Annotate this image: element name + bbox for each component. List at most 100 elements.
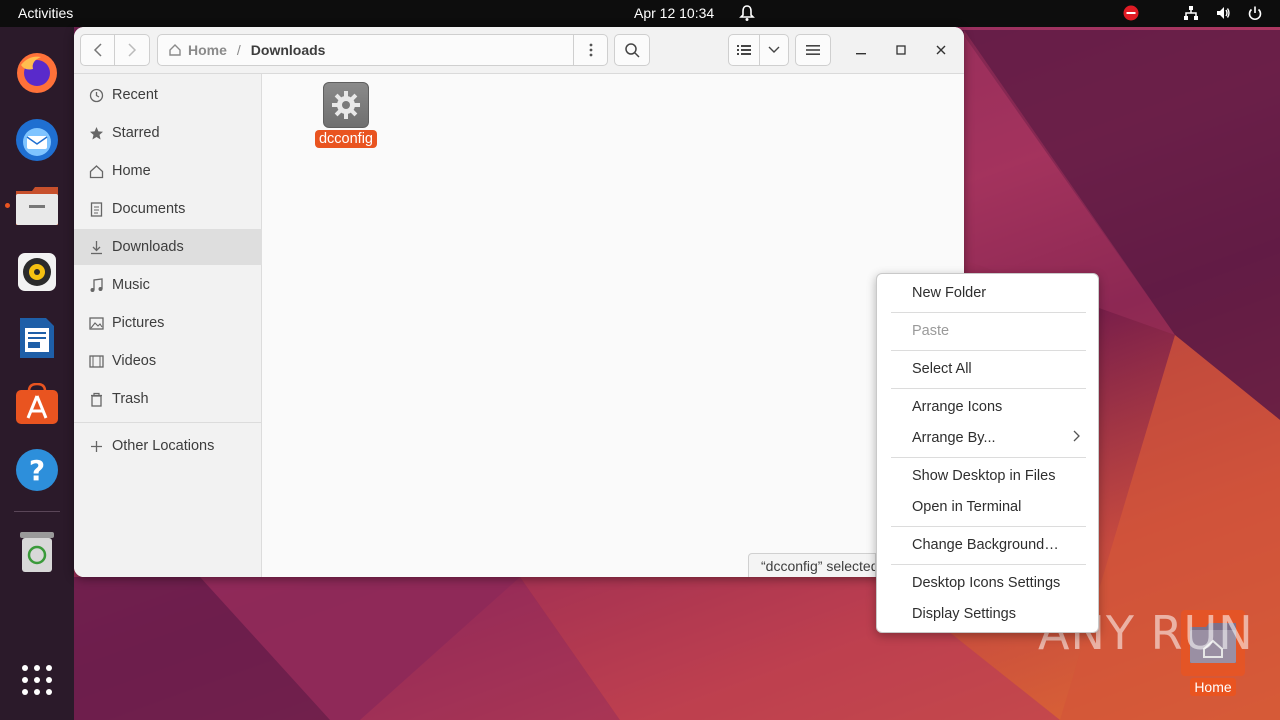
network-icon[interactable] — [1182, 4, 1200, 22]
clock[interactable]: Apr 12 10:34 — [634, 5, 714, 21]
sidebar-item-downloads[interactable]: Downloads — [74, 229, 262, 265]
picture-icon — [88, 315, 104, 331]
vertical-dots-icon — [589, 43, 592, 57]
chevron-right-icon — [1072, 430, 1080, 446]
sidebar-item-label: Trash — [112, 391, 149, 407]
menu-item-arrange-by[interactable]: Arrange By... — [891, 424, 1086, 452]
thunderbird-icon[interactable] — [13, 116, 61, 164]
sidebar-item-home[interactable]: Home — [74, 153, 262, 189]
system-tray[interactable] — [1122, 4, 1264, 22]
running-indicator — [5, 203, 10, 208]
sidebar-item-documents[interactable]: Documents — [74, 191, 262, 227]
sidebar-item-trash[interactable]: Trash — [74, 381, 262, 417]
menu-item-desktop-icons-settings[interactable]: Desktop Icons Settings — [891, 569, 1086, 597]
files-window: Home / Downloads Recent Starred Home Doc… — [74, 27, 964, 577]
trash-icon — [88, 391, 104, 407]
menu-item-show-desktop-in-files[interactable]: Show Desktop in Files — [891, 462, 1086, 490]
music-icon — [88, 277, 104, 293]
header-bar: Home / Downloads — [74, 27, 964, 74]
activities-button[interactable]: Activities — [18, 5, 73, 21]
sidebar-item-videos[interactable]: Videos — [74, 343, 262, 379]
sidebar-item-other-locations[interactable]: Other Locations — [74, 428, 262, 464]
list-view-button[interactable] — [729, 35, 761, 65]
show-apps-icon[interactable] — [13, 656, 61, 704]
menu-item-arrange-icons[interactable]: Arrange Icons — [891, 393, 1086, 421]
menu-separator — [891, 457, 1086, 458]
path-menu-button[interactable] — [573, 35, 607, 65]
trash-icon[interactable] — [13, 528, 61, 576]
close-button[interactable] — [929, 40, 953, 60]
menu-item-display-settings[interactable]: Display Settings — [891, 600, 1086, 628]
view-toggle — [728, 34, 789, 66]
hamburger-menu-icon — [806, 45, 820, 55]
file-name: dcconfig — [314, 130, 377, 148]
breadcrumb-home[interactable]: Home — [168, 42, 227, 58]
menu-separator — [891, 312, 1086, 313]
do-not-disturb-icon[interactable] — [1122, 4, 1140, 22]
app-center-icon[interactable] — [13, 380, 61, 428]
maximize-button[interactable] — [889, 40, 913, 60]
sidebar-separator — [74, 422, 262, 423]
view-options-button[interactable] — [760, 35, 788, 65]
menu-item-open-in-terminal[interactable]: Open in Terminal — [891, 493, 1086, 521]
desktop-home-label: Home — [1190, 678, 1236, 696]
menu-item-select-all[interactable]: Select All — [891, 355, 1086, 383]
file-item[interactable]: dcconfig — [311, 82, 381, 148]
sidebar-item-label: Documents — [112, 201, 186, 217]
sidebar-item-label: Videos — [112, 353, 157, 369]
sidebar: Recent Starred Home Documents Downloads … — [74, 74, 262, 577]
volume-icon[interactable] — [1214, 4, 1232, 22]
chevron-down-icon — [768, 46, 780, 53]
sidebar-item-starred[interactable]: Starred — [74, 115, 262, 151]
menu-separator — [891, 526, 1086, 527]
star-icon — [88, 125, 104, 141]
desktop-context-menu: New Folder Paste Select All Arrange Icon… — [876, 273, 1099, 633]
forward-button[interactable] — [115, 35, 149, 65]
menu-item-label: Arrange By... — [912, 430, 996, 446]
menu-separator — [891, 350, 1086, 351]
main-menu-button[interactable] — [795, 34, 831, 66]
svg-text:?: ? — [29, 454, 45, 487]
menu-item-paste: Paste — [912, 323, 950, 339]
video-icon — [88, 353, 104, 369]
close-icon — [936, 45, 946, 55]
breadcrumb-current[interactable]: Downloads — [251, 42, 326, 58]
firefox-icon[interactable] — [13, 49, 61, 97]
help-icon[interactable]: ? — [13, 446, 61, 494]
files-icon[interactable] — [13, 182, 61, 230]
back-button[interactable] — [81, 35, 115, 65]
minimize-button[interactable] — [849, 40, 873, 60]
breadcrumb-home-label: Home — [188, 42, 227, 58]
download-icon — [88, 239, 104, 255]
sidebar-item-music[interactable]: Music — [74, 267, 262, 303]
menu-separator — [891, 564, 1086, 565]
sidebar-item-pictures[interactable]: Pictures — [74, 305, 262, 341]
sidebar-item-label: Music — [112, 277, 150, 293]
home-icon — [169, 44, 181, 56]
status-floating-bar: “dcconfig” selected — [748, 553, 876, 577]
search-icon — [625, 43, 640, 58]
file-view[interactable]: dcconfig — [263, 74, 964, 577]
search-button[interactable] — [614, 34, 650, 66]
notification-bell-icon[interactable] — [739, 4, 755, 25]
home-icon — [88, 163, 104, 179]
sidebar-item-label: Home — [112, 163, 151, 179]
power-icon[interactable] — [1246, 4, 1264, 22]
list-view-icon — [737, 45, 752, 55]
rhythmbox-icon[interactable] — [13, 248, 61, 296]
breadcrumb-separator: / — [236, 42, 241, 58]
top-bar: Activities Apr 12 10:34 — [0, 0, 1280, 27]
sidebar-item-label: Downloads — [112, 239, 184, 255]
menu-item-new-folder[interactable]: New Folder — [891, 279, 1086, 307]
gear-icon — [332, 91, 360, 119]
chevron-right-icon — [128, 43, 137, 57]
sidebar-item-label: Starred — [112, 125, 160, 141]
maximize-icon — [896, 45, 906, 55]
path-bar: Home / Downloads — [157, 34, 608, 66]
chevron-left-icon — [93, 43, 102, 57]
menu-item-change-background[interactable]: Change Background… — [891, 531, 1086, 559]
menu-separator — [891, 388, 1086, 389]
sidebar-item-recent[interactable]: Recent — [74, 77, 262, 113]
libreoffice-writer-icon[interactable] — [13, 314, 61, 362]
minimize-icon — [856, 53, 866, 55]
